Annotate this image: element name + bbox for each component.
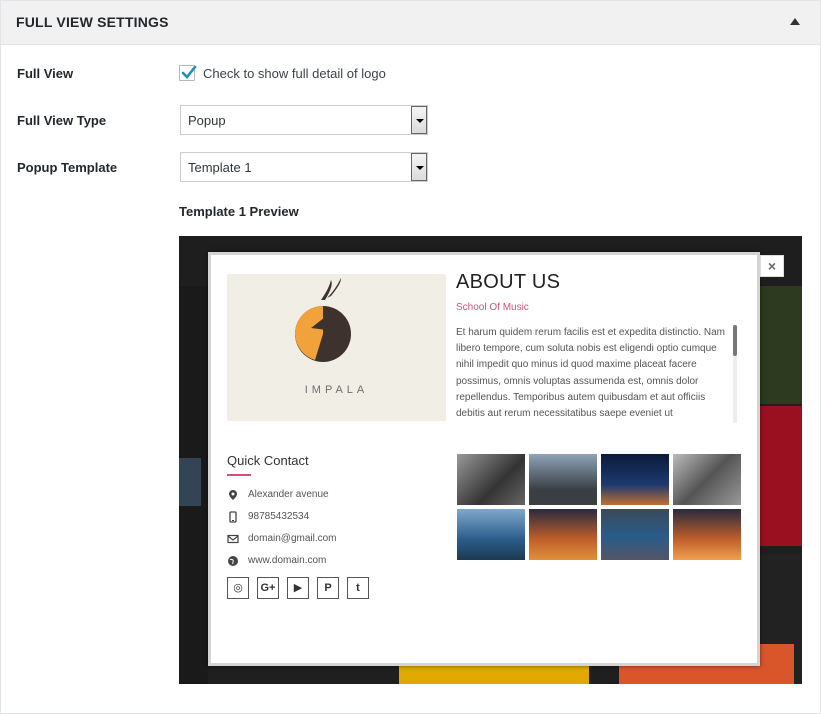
popup-template-select[interactable]: Template 1: [180, 152, 428, 182]
preview-bg-block: [179, 458, 201, 506]
template-preview-label: Template 1 Preview: [179, 204, 299, 219]
envelope-icon: [227, 534, 239, 544]
gallery-thumb[interactable]: [601, 454, 669, 505]
checkmark-icon: [181, 65, 197, 79]
map-pin-icon: [229, 490, 237, 500]
preview-bg-block: [399, 666, 589, 684]
preview-popup: IMPALA ABOUT US School Of Music Et harum…: [208, 252, 760, 666]
impala-logo-icon: [295, 278, 351, 362]
contact-website-text: www.domain.com: [248, 555, 327, 566]
gallery-thumb[interactable]: [529, 454, 597, 505]
panel-title: FULL VIEW SETTINGS: [16, 14, 169, 30]
gallery-thumb[interactable]: [529, 509, 597, 560]
popup-template-value: Template 1: [188, 160, 252, 175]
gallery-thumb[interactable]: [457, 454, 525, 505]
full-view-type-select[interactable]: Popup: [180, 105, 428, 135]
full-view-label: Full View: [17, 66, 74, 81]
contact-phone-text: 98785432534: [248, 511, 310, 522]
dropdown-arrow-icon[interactable]: [411, 106, 427, 134]
collapse-arrow-icon[interactable]: [790, 18, 800, 25]
popup-template-label: Popup Template: [17, 160, 118, 175]
quick-contact-underline: [227, 474, 251, 476]
photo-gallery: [457, 454, 741, 560]
full-view-checkbox-label[interactable]: Check to show full detail of logo: [203, 66, 386, 81]
gallery-thumb[interactable]: [673, 509, 741, 560]
about-scrollbar-thumb: [733, 325, 737, 356]
gallery-thumb[interactable]: [601, 509, 669, 560]
panel-header[interactable]: FULL VIEW SETTINGS: [1, 1, 820, 45]
tumblr-icon[interactable]: t: [347, 577, 369, 599]
globe-icon: [228, 556, 238, 566]
full-view-type-value: Popup: [188, 113, 226, 128]
about-subtitle: School Of Music: [456, 302, 529, 313]
mobile-phone-icon: [229, 511, 237, 523]
full-view-checkbox[interactable]: [179, 65, 197, 81]
about-title: ABOUT US: [456, 271, 561, 293]
instagram-icon[interactable]: ◎: [227, 577, 249, 599]
gallery-thumb[interactable]: [673, 454, 741, 505]
full-view-settings-panel: FULL VIEW SETTINGS Full View Check to sh…: [0, 0, 821, 714]
template-preview-image: IMPALA ABOUT US School Of Music Et harum…: [179, 236, 802, 684]
preview-bg-block: [754, 406, 802, 546]
quick-contact-title: Quick Contact: [227, 453, 309, 468]
logo-box: IMPALA: [227, 274, 446, 421]
contact-address-text: Alexander avenue: [248, 489, 329, 500]
dropdown-arrow-icon[interactable]: [411, 153, 427, 181]
close-icon[interactable]: ×: [760, 255, 784, 277]
pinterest-icon[interactable]: P: [317, 577, 339, 599]
gallery-thumb[interactable]: [457, 509, 525, 560]
preview-bg-block: [754, 286, 802, 404]
full-view-type-label: Full View Type: [17, 113, 107, 128]
youtube-icon[interactable]: ▶: [287, 577, 309, 599]
logo-text: IMPALA: [304, 384, 369, 396]
google-plus-icon[interactable]: G+: [257, 577, 279, 599]
about-body: Et harum quidem rerum facilis est et exp…: [456, 327, 725, 420]
contact-email-text: domain@gmail.com: [248, 533, 337, 544]
